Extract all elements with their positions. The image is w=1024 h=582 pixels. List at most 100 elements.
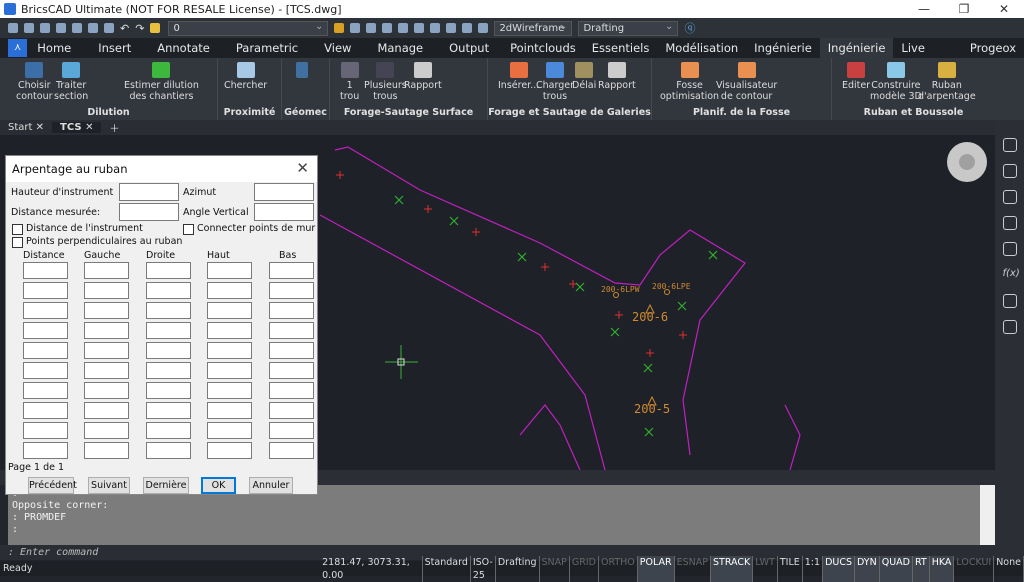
cell-input[interactable] (207, 362, 252, 379)
plusieurs-trous-button[interactable]: Plusieurs trous (364, 62, 407, 102)
print-icon[interactable] (72, 23, 82, 33)
attachment-icon[interactable] (1002, 216, 1017, 230)
cell-input[interactable] (207, 282, 252, 299)
cell-input[interactable] (23, 262, 68, 279)
redo-icon[interactable]: ↷ (135, 22, 144, 35)
maximize-button[interactable]: ❐ (944, 0, 984, 18)
cell-input[interactable] (23, 382, 68, 399)
cell-input[interactable] (84, 382, 129, 399)
tab-view[interactable]: View (311, 38, 364, 58)
rapport-button[interactable]: Rapport (404, 62, 442, 91)
fosse-optimisation-button[interactable]: Fosse optimisation (660, 62, 719, 102)
tab-parametric[interactable]: Parametric (223, 38, 311, 58)
layer-tool-icon[interactable] (334, 23, 345, 33)
tab-insert[interactable]: Insert (85, 38, 144, 58)
cell-input[interactable] (207, 322, 252, 339)
cell-input[interactable] (146, 302, 191, 319)
cell-input[interactable] (23, 322, 68, 339)
cell-input[interactable] (84, 302, 129, 319)
cell-input[interactable] (207, 302, 252, 319)
cell-input[interactable] (23, 302, 68, 319)
navigation-wheel[interactable] (947, 142, 987, 182)
layers-icon[interactable] (1002, 190, 1017, 204)
annuler-button[interactable]: Annuler (249, 477, 293, 494)
un-trou-button[interactable]: 1 trou (340, 62, 359, 102)
tab-essentiels[interactable]: Essentiels (584, 38, 658, 58)
cell-input[interactable] (84, 282, 129, 299)
cell-input[interactable] (269, 422, 314, 439)
choisir-contour-button[interactable]: Choisir contour (16, 62, 53, 102)
cell-input[interactable] (23, 282, 68, 299)
inserer-button[interactable]: Insérer... (498, 62, 539, 91)
saveas-icon[interactable] (56, 23, 66, 33)
tab-ing-nierie-2[interactable]: Ingénierie 2 (819, 38, 894, 75)
dist-instr-checkbox[interactable] (12, 224, 23, 235)
status-toggle-ortho[interactable]: ORTHO (599, 555, 638, 582)
status-toggle-snap[interactable]: SNAP (540, 555, 570, 582)
status-toggle-iso-25[interactable]: ISO-25 (471, 555, 496, 582)
cell-input[interactable] (269, 282, 314, 299)
cloud-icon[interactable] (1002, 320, 1017, 334)
layer-tool-icon[interactable] (382, 23, 393, 33)
azimut-input[interactable] (254, 183, 314, 201)
cell-input[interactable] (146, 442, 191, 459)
save-icon[interactable] (40, 23, 50, 33)
tool-icon[interactable] (478, 23, 489, 33)
status-toggle-rt[interactable]: RT (912, 555, 930, 582)
cell-input[interactable] (269, 382, 314, 399)
cell-input[interactable] (146, 342, 191, 359)
status-toggle-standard[interactable]: Standard (423, 555, 471, 582)
tab-manage[interactable]: Manage (364, 38, 436, 58)
cell-input[interactable] (84, 442, 129, 459)
suivant-button[interactable]: Suivant (88, 477, 130, 494)
function-icon[interactable]: f(x) (1003, 268, 1020, 282)
cell-input[interactable] (23, 422, 68, 439)
cell-input[interactable] (269, 362, 314, 379)
cell-input[interactable] (207, 402, 252, 419)
cell-input[interactable] (84, 322, 129, 339)
angle-input[interactable] (254, 203, 314, 221)
doc-tab-tcs[interactable]: TCS ✕ (52, 122, 102, 133)
cell-input[interactable] (23, 362, 68, 379)
cell-input[interactable] (146, 262, 191, 279)
status-toggle-strack[interactable]: STRACK (710, 555, 754, 582)
cell-input[interactable] (207, 442, 252, 459)
new-icon[interactable] (8, 23, 18, 33)
delai-button[interactable]: Délai (572, 62, 596, 91)
tool-icon[interactable] (462, 23, 473, 33)
cell-input[interactable] (207, 422, 252, 439)
status-toggle-lockui[interactable]: LOCKUI (954, 555, 995, 582)
cell-input[interactable] (23, 402, 68, 419)
status-toggle-ducs[interactable]: DUCS (823, 555, 855, 582)
close-icon[interactable]: ✕ (296, 159, 309, 177)
tab-output[interactable]: Output (436, 38, 502, 58)
status-toggle-dyn[interactable]: DYN (855, 555, 880, 582)
status-toggle-grid[interactable]: GRID (570, 555, 599, 582)
tab-home[interactable]: Home (37, 38, 85, 58)
lightbulb-icon[interactable] (1002, 138, 1017, 152)
open-icon[interactable] (24, 23, 34, 33)
cell-input[interactable] (84, 402, 129, 419)
cell-input[interactable] (269, 342, 314, 359)
cell-input[interactable] (84, 342, 129, 359)
status-toggle-drafting[interactable]: Drafting (496, 555, 540, 582)
layer-tool-icon[interactable] (366, 23, 377, 33)
command-scrollbar[interactable] (980, 485, 995, 545)
cell-input[interactable] (23, 342, 68, 359)
layer-tool-icon[interactable] (398, 23, 409, 33)
tab-pointclouds[interactable]: Pointclouds (502, 38, 584, 58)
app-menu-button[interactable]: ⋏ (8, 39, 28, 57)
ok-button[interactable]: OK (201, 477, 236, 494)
plot-icon[interactable] (88, 23, 98, 33)
cell-input[interactable] (269, 302, 314, 319)
cell-input[interactable] (269, 262, 314, 279)
status-toggle-lwt[interactable]: LWT (753, 555, 778, 582)
cell-input[interactable] (146, 362, 191, 379)
preview-icon[interactable] (104, 23, 114, 33)
status-toggle-hka[interactable]: HKA (929, 555, 955, 582)
workspace-combo[interactable]: Drafting (578, 20, 679, 36)
cell-input[interactable] (269, 442, 314, 459)
status-toggle-esnap[interactable]: ESNAP (675, 555, 711, 582)
charger-trous-button[interactable]: Charger trous (536, 62, 574, 102)
geomec-tool-button[interactable] (296, 62, 308, 80)
